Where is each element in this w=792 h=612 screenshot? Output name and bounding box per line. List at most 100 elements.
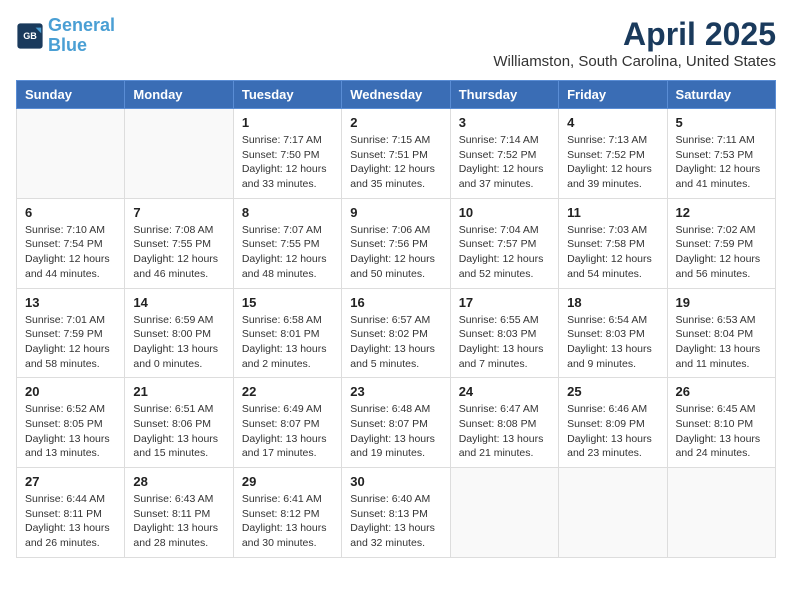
day-info: Sunrise: 6:53 AM Sunset: 8:04 PM Dayligh… [676,313,767,372]
day-info: Sunrise: 7:13 AM Sunset: 7:52 PM Dayligh… [567,133,658,192]
calendar-cell: 21Sunrise: 6:51 AM Sunset: 8:06 PM Dayli… [125,378,233,468]
day-number: 12 [676,205,767,220]
weekday-header: Saturday [667,81,775,109]
calendar-cell: 27 Sunrise: 6:44 AM Sunset: 8:11 PM Dayli… [17,468,125,558]
day-info: Sunrise: 7:04 AM Sunset: 7:57 PM Dayligh… [459,223,550,282]
day-number: 3 [459,115,550,130]
day-number: 17 [459,295,550,310]
calendar-cell: 1Sunrise: 7:17 AM Sunset: 7:50 PM Daylig… [233,109,341,199]
weekday-header: Tuesday [233,81,341,109]
calendar-cell: 2 Sunrise: 7:15 AM Sunset: 7:51 PM Daylig… [342,109,450,199]
calendar-cell [125,109,233,199]
title-block: April 2025 Williamston, South Carolina, … [493,16,776,70]
day-number: 10 [459,205,550,220]
day-number: 28 [133,474,224,489]
logo: GB General Blue [16,16,115,56]
day-info: Sunrise: 6:51 AM Sunset: 8:06 PM Dayligh… [133,402,224,461]
day-info: Sunrise: 7:15 AM Sunset: 7:51 PM Dayligh… [350,133,441,192]
day-number: 19 [676,295,767,310]
day-number: 7 [133,205,224,220]
day-info: Sunrise: 7:01 AM Sunset: 7:59 PM Dayligh… [25,313,116,372]
calendar: SundayMondayTuesdayWednesdayThursdayFrid… [16,80,776,558]
calendar-cell: 25Sunrise: 6:46 AM Sunset: 8:09 PM Dayli… [559,378,667,468]
day-info: Sunrise: 6:57 AM Sunset: 8:02 PM Dayligh… [350,313,441,372]
weekday-header: Wednesday [342,81,450,109]
day-number: 8 [242,205,333,220]
calendar-cell [667,468,775,558]
calendar-cell: 16 Sunrise: 6:57 AM Sunset: 8:02 PM Dayli… [342,288,450,378]
svg-text:GB: GB [23,31,37,41]
day-number: 4 [567,115,658,130]
calendar-cell: 13 Sunrise: 7:01 AM Sunset: 7:59 PM Dayli… [17,288,125,378]
day-info: Sunrise: 6:58 AM Sunset: 8:01 PM Dayligh… [242,313,333,372]
day-number: 27 [25,474,116,489]
calendar-cell: 18 Sunrise: 6:54 AM Sunset: 8:03 PM Dayli… [559,288,667,378]
day-info: Sunrise: 7:14 AM Sunset: 7:52 PM Dayligh… [459,133,550,192]
calendar-cell: 19 Sunrise: 6:53 AM Sunset: 8:04 PM Dayli… [667,288,775,378]
calendar-cell: 17Sunrise: 6:55 AM Sunset: 8:03 PM Dayli… [450,288,558,378]
calendar-cell: 26Sunrise: 6:45 AM Sunset: 8:10 PM Dayli… [667,378,775,468]
day-info: Sunrise: 6:40 AM Sunset: 8:13 PM Dayligh… [350,492,441,551]
weekday-header: Monday [125,81,233,109]
day-number: 23 [350,384,441,399]
calendar-cell: 3 Sunrise: 7:14 AM Sunset: 7:52 PM Daylig… [450,109,558,199]
calendar-cell: 20 Sunrise: 6:52 AM Sunset: 8:05 PM Dayli… [17,378,125,468]
calendar-cell: 4 Sunrise: 7:13 AM Sunset: 7:52 PM Daylig… [559,109,667,199]
logo-icon: GB [16,22,44,50]
day-info: Sunrise: 6:41 AM Sunset: 8:12 PM Dayligh… [242,492,333,551]
day-info: Sunrise: 6:52 AM Sunset: 8:05 PM Dayligh… [25,402,116,461]
day-number: 29 [242,474,333,489]
day-info: Sunrise: 7:03 AM Sunset: 7:58 PM Dayligh… [567,223,658,282]
day-info: Sunrise: 7:06 AM Sunset: 7:56 PM Dayligh… [350,223,441,282]
calendar-cell [450,468,558,558]
calendar-cell: 9Sunrise: 7:06 AM Sunset: 7:56 PM Daylig… [342,198,450,288]
calendar-cell: 28Sunrise: 6:43 AM Sunset: 8:11 PM Dayli… [125,468,233,558]
calendar-cell: 22 Sunrise: 6:49 AM Sunset: 8:07 PM Dayli… [233,378,341,468]
day-info: Sunrise: 7:11 AM Sunset: 7:53 PM Dayligh… [676,133,767,192]
day-number: 11 [567,205,658,220]
weekday-header: Friday [559,81,667,109]
day-number: 2 [350,115,441,130]
page-header: GB General Blue April 2025 Williamston, … [16,16,776,70]
calendar-cell: 11 Sunrise: 7:03 AM Sunset: 7:58 PM Dayli… [559,198,667,288]
calendar-cell: 14 Sunrise: 6:59 AM Sunset: 8:00 PM Dayli… [125,288,233,378]
calendar-cell: 12Sunrise: 7:02 AM Sunset: 7:59 PM Dayli… [667,198,775,288]
day-number: 18 [567,295,658,310]
day-number: 24 [459,384,550,399]
day-number: 1 [242,115,333,130]
day-number: 15 [242,295,333,310]
calendar-cell: 30Sunrise: 6:40 AM Sunset: 8:13 PM Dayli… [342,468,450,558]
day-info: Sunrise: 7:10 AM Sunset: 7:54 PM Dayligh… [25,223,116,282]
calendar-week-row: 27 Sunrise: 6:44 AM Sunset: 8:11 PM Dayli… [17,468,776,558]
day-info: Sunrise: 6:48 AM Sunset: 8:07 PM Dayligh… [350,402,441,461]
weekday-header: Thursday [450,81,558,109]
calendar-week-row: 1Sunrise: 7:17 AM Sunset: 7:50 PM Daylig… [17,109,776,199]
calendar-cell: 8 Sunrise: 7:07 AM Sunset: 7:55 PM Daylig… [233,198,341,288]
location: Williamston, South Carolina, United Stat… [493,53,776,70]
day-number: 20 [25,384,116,399]
calendar-week-row: 6 Sunrise: 7:10 AM Sunset: 7:54 PM Daylig… [17,198,776,288]
day-info: Sunrise: 7:07 AM Sunset: 7:55 PM Dayligh… [242,223,333,282]
day-number: 6 [25,205,116,220]
logo-text: General Blue [48,16,115,56]
calendar-cell: 7 Sunrise: 7:08 AM Sunset: 7:55 PM Daylig… [125,198,233,288]
weekday-header: Sunday [17,81,125,109]
day-number: 16 [350,295,441,310]
day-number: 22 [242,384,333,399]
weekday-header-row: SundayMondayTuesdayWednesdayThursdayFrid… [17,81,776,109]
day-info: Sunrise: 6:59 AM Sunset: 8:00 PM Dayligh… [133,313,224,372]
day-info: Sunrise: 6:44 AM Sunset: 8:11 PM Dayligh… [25,492,116,551]
day-number: 5 [676,115,767,130]
calendar-cell [559,468,667,558]
day-number: 25 [567,384,658,399]
calendar-cell [17,109,125,199]
day-info: Sunrise: 7:08 AM Sunset: 7:55 PM Dayligh… [133,223,224,282]
day-info: Sunrise: 6:47 AM Sunset: 8:08 PM Dayligh… [459,402,550,461]
calendar-week-row: 13 Sunrise: 7:01 AM Sunset: 7:59 PM Dayli… [17,288,776,378]
day-number: 13 [25,295,116,310]
calendar-cell: 6 Sunrise: 7:10 AM Sunset: 7:54 PM Daylig… [17,198,125,288]
day-info: Sunrise: 6:49 AM Sunset: 8:07 PM Dayligh… [242,402,333,461]
day-number: 14 [133,295,224,310]
calendar-cell: 29 Sunrise: 6:41 AM Sunset: 8:12 PM Dayli… [233,468,341,558]
day-info: Sunrise: 6:54 AM Sunset: 8:03 PM Dayligh… [567,313,658,372]
